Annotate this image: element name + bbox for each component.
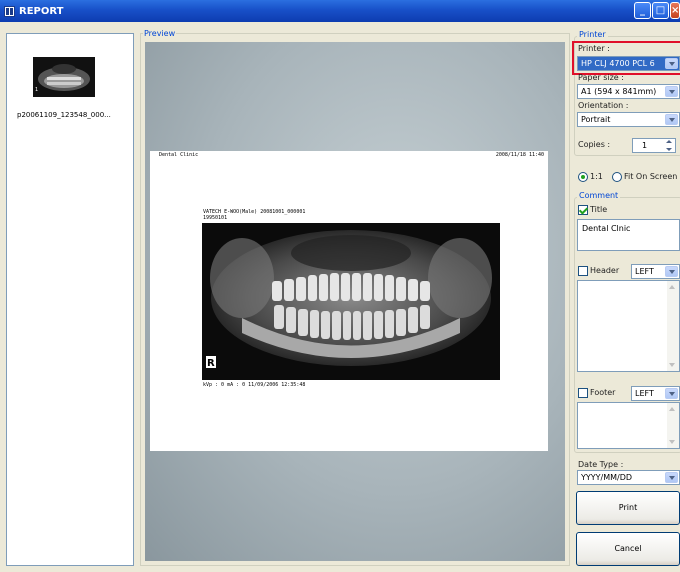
title-checkbox[interactable] bbox=[578, 205, 588, 215]
image-footer: kVp : 0 mA : 0 11/09/2006 12:35:48 bbox=[203, 382, 306, 388]
preview-paper: Dental Clinic 2008/11/18 11:40 VATECH E-… bbox=[150, 151, 548, 451]
title-bar: REPORT _ □ × bbox=[0, 0, 680, 22]
scrollbar[interactable] bbox=[667, 403, 679, 448]
chevron-down-icon[interactable] bbox=[665, 388, 678, 399]
xray-thumbnail-icon bbox=[33, 57, 95, 97]
fit-on-screen-label: Fit On Screen bbox=[624, 172, 678, 181]
thumbnail-image[interactable]: 1 bbox=[33, 57, 95, 97]
header-align-select[interactable]: LEFT bbox=[631, 264, 680, 279]
paper-header-left: Dental Clinic bbox=[159, 152, 199, 158]
paper-size-label: Paper size : bbox=[578, 73, 624, 82]
minimize-icon[interactable]: _ bbox=[634, 2, 651, 19]
footer-text-input[interactable] bbox=[577, 402, 680, 449]
print-button[interactable]: Print bbox=[576, 491, 680, 525]
chevron-down-icon[interactable] bbox=[665, 114, 678, 125]
footer-align-select[interactable]: LEFT bbox=[631, 386, 680, 401]
paper-header-right: 2008/11/18 11:40 bbox=[495, 152, 544, 158]
panoramic-xray-image: R bbox=[202, 223, 500, 380]
date-type-select[interactable]: YYYY/MM/DD bbox=[577, 470, 680, 485]
chevron-down-icon[interactable] bbox=[665, 472, 678, 483]
printer-legend: Printer bbox=[577, 30, 608, 39]
chevron-down-icon[interactable] bbox=[665, 266, 678, 277]
thumbnail-label: p20061109_123548_000... bbox=[17, 111, 111, 119]
header-checkbox[interactable] bbox=[578, 266, 588, 276]
spin-arrows-icon[interactable] bbox=[664, 140, 674, 151]
comment-legend: Comment bbox=[577, 191, 621, 200]
cancel-button[interactable]: Cancel bbox=[576, 532, 680, 566]
scale-1to1-label: 1:1 bbox=[590, 172, 603, 181]
title-text-input[interactable]: Dental Clnic bbox=[577, 219, 680, 251]
copies-input[interactable]: 1 bbox=[632, 138, 676, 153]
window-title: REPORT bbox=[19, 5, 64, 17]
close-icon[interactable]: × bbox=[670, 2, 680, 19]
footer-checkbox[interactable] bbox=[578, 388, 588, 398]
date-type-label: Date Type : bbox=[578, 460, 624, 469]
paper-size-select[interactable]: A1 (594 x 841mm) bbox=[577, 84, 680, 99]
scrollbar[interactable] bbox=[667, 281, 679, 371]
copies-label: Copies : bbox=[578, 140, 611, 149]
xray-marker: R bbox=[207, 358, 215, 369]
header-label: Header bbox=[590, 266, 620, 275]
footer-label: Footer bbox=[590, 388, 616, 397]
title-label: Title bbox=[590, 205, 608, 214]
orientation-label: Orientation : bbox=[578, 101, 629, 110]
fit-on-screen-radio[interactable] bbox=[612, 172, 622, 182]
image-subtitle: 19950101 bbox=[203, 215, 228, 221]
orientation-select[interactable]: Portrait bbox=[577, 112, 680, 127]
maximize-icon[interactable]: □ bbox=[652, 2, 669, 19]
thumbnail-panel[interactable]: 1 p20061109_123548_000... bbox=[6, 33, 134, 566]
chevron-down-icon[interactable] bbox=[665, 86, 678, 97]
highlight-box bbox=[572, 41, 680, 75]
header-text-input[interactable] bbox=[577, 280, 680, 372]
scale-1to1-radio[interactable] bbox=[578, 172, 588, 182]
preview-legend: Preview bbox=[143, 29, 177, 38]
app-icon bbox=[4, 5, 15, 17]
